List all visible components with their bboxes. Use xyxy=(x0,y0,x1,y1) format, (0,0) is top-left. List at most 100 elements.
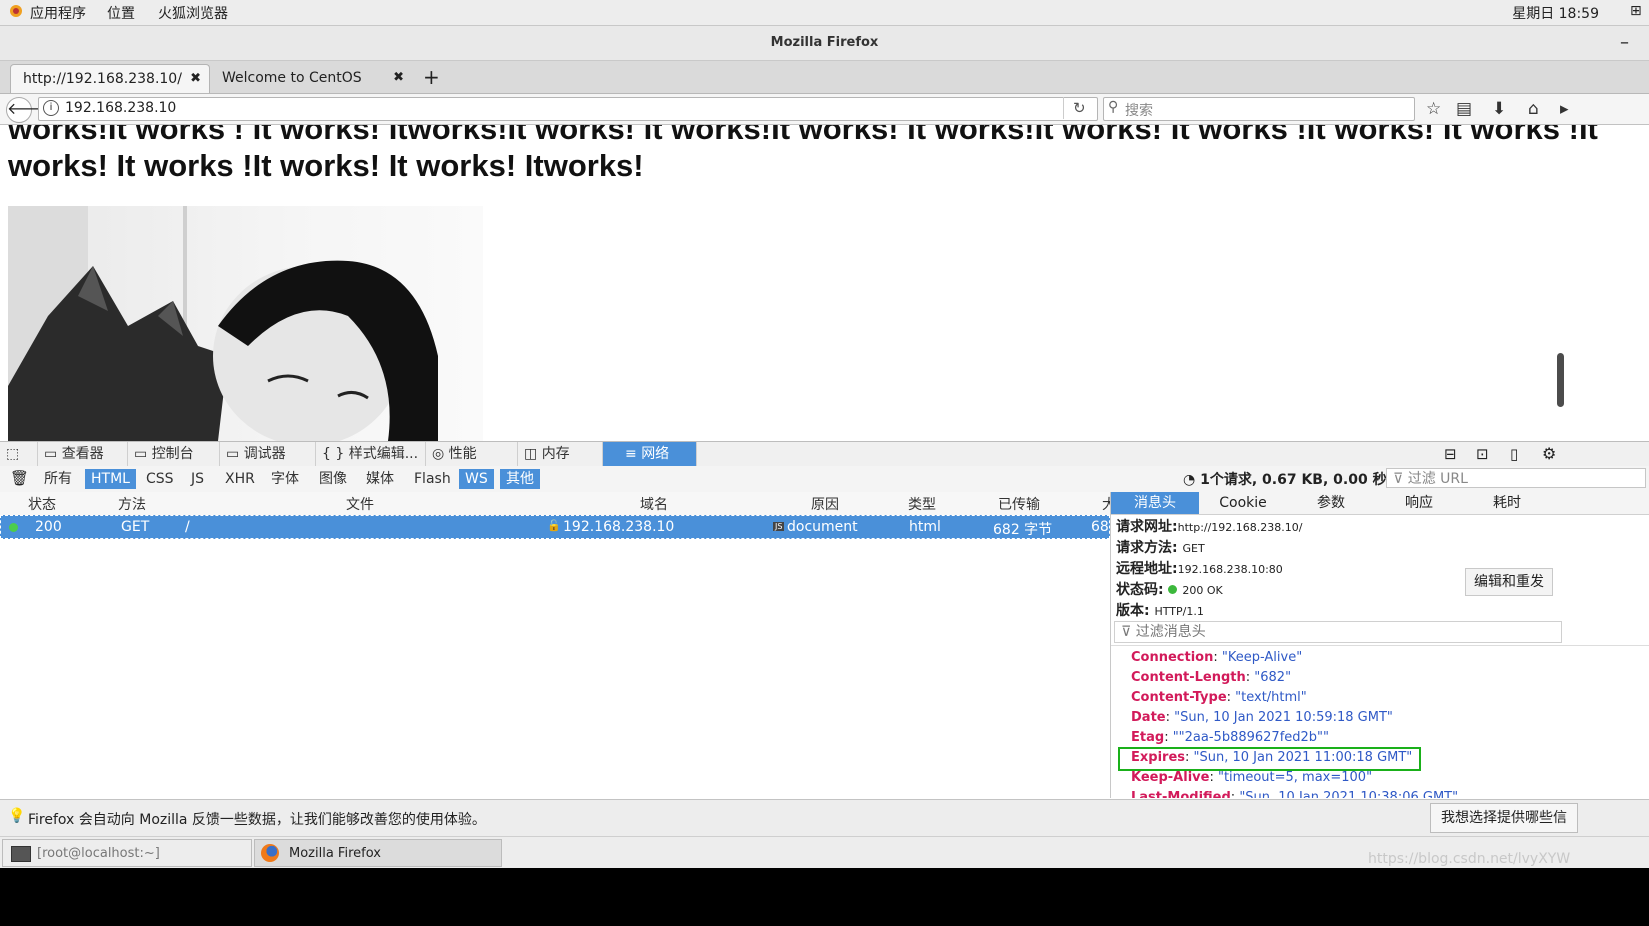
page-scrollbar[interactable] xyxy=(1557,353,1564,407)
choose-data-button[interactable]: 我想选择提供哪些信 xyxy=(1430,803,1578,833)
responsive-icon[interactable]: ▯ xyxy=(1510,445,1518,463)
filter-html[interactable]: HTML xyxy=(85,469,136,489)
minimize-button[interactable]: – xyxy=(1620,32,1629,53)
row-file: / xyxy=(185,519,190,535)
devtools-toolbar: ⬚ ▭ 查看器 ▭ 控制台 ▭ 调试器 { } 样式编辑... ◎ 性能 ◫ 内… xyxy=(0,441,1649,468)
bookmarks-menu-icon[interactable]: ▤ xyxy=(1456,99,1472,119)
status-value: 200 OK xyxy=(1182,584,1223,597)
col-domain[interactable]: 域名 xyxy=(640,494,668,514)
header-key: Connection xyxy=(1131,650,1214,665)
tab-headers[interactable]: 消息头 xyxy=(1111,492,1199,514)
tab-inspector[interactable]: ▭ 查看器 xyxy=(38,442,128,467)
tab-style-editor[interactable]: { } 样式编辑... xyxy=(316,442,426,467)
close-icon[interactable]: ✖ xyxy=(393,64,404,92)
tab-label: http://192.168.238.10/ xyxy=(23,71,182,87)
header-value: "Sun, 10 Jan 2021 10:38:06 GMT" xyxy=(1239,790,1459,798)
filter-flash[interactable]: Flash xyxy=(408,469,457,489)
filter-js[interactable]: JS xyxy=(185,469,210,489)
col-type[interactable]: 类型 xyxy=(908,494,936,514)
col-cause[interactable]: 原因 xyxy=(811,494,839,514)
tab-centos[interactable]: Welcome to CentOS ✖ xyxy=(210,64,412,93)
element-picker-icon[interactable]: ⬚ xyxy=(0,442,38,467)
menu-places[interactable]: 位置 xyxy=(107,3,135,23)
filter-headers-input[interactable]: ⊽ 过滤消息头 xyxy=(1114,621,1562,643)
url-value[interactable]: http://192.168.238.10/ xyxy=(1178,521,1303,534)
request-list-empty-area xyxy=(0,540,1110,798)
tab-label: 性能 xyxy=(448,446,477,462)
taskbar-label: [root@localhost:~] xyxy=(37,846,160,861)
menu-firefox[interactable]: 火狐浏览器 xyxy=(158,3,228,23)
tab-cookie[interactable]: Cookie xyxy=(1199,492,1287,514)
header-key: Expires xyxy=(1131,750,1185,765)
taskbar-terminal[interactable]: [root@localhost:~] xyxy=(2,839,252,867)
taskbar-firefox[interactable]: Mozilla Firefox xyxy=(254,839,502,867)
settings-gear-icon[interactable]: ⚙ xyxy=(1542,444,1556,463)
header-value: "Sun, 10 Jan 2021 10:59:18 GMT" xyxy=(1174,710,1393,725)
trash-icon[interactable]: 🗑 xyxy=(10,469,29,487)
new-tab-button[interactable]: + xyxy=(423,65,440,89)
tab-localhost[interactable]: http://192.168.238.10/ ✖ xyxy=(10,64,210,93)
home-icon[interactable]: ⌂ xyxy=(1528,99,1539,119)
filter-all[interactable]: 所有 xyxy=(38,469,78,489)
tab-response[interactable]: 响应 xyxy=(1375,492,1463,514)
col-file[interactable]: 文件 xyxy=(346,494,374,514)
tab-label: 调试器 xyxy=(243,446,286,462)
system-top-bar: 应用程序 位置 火狐浏览器 星期日 18:59 ⊞ xyxy=(0,0,1649,26)
tab-memory[interactable]: ◫ 内存 xyxy=(518,442,603,467)
edit-resend-button[interactable]: 编辑和重发 xyxy=(1465,568,1553,596)
tab-console[interactable]: ▭ 控制台 xyxy=(128,442,220,467)
search-bar[interactable]: ⚲ 搜索 xyxy=(1103,97,1415,121)
tab-timings[interactable]: 耗时 xyxy=(1463,492,1551,514)
info-icon[interactable]: i xyxy=(43,100,59,116)
filter-css[interactable]: CSS xyxy=(140,469,180,489)
request-details-panel: 消息头 Cookie 参数 响应 耗时 请求网址:http://192.168.… xyxy=(1110,492,1649,798)
filter-url-input[interactable]: ⊽ 过滤 URL xyxy=(1386,468,1646,488)
col-transferred[interactable]: 已传输 xyxy=(998,494,1040,514)
header-value: "Keep-Alive" xyxy=(1221,650,1303,665)
filter-xhr[interactable]: XHR xyxy=(219,469,261,489)
page-photo xyxy=(8,206,483,441)
tab-performance[interactable]: ◎ 性能 xyxy=(426,442,518,467)
tab-network[interactable]: ≡ 网络 xyxy=(603,442,697,467)
taskbar: [root@localhost:~] Mozilla Firefox https… xyxy=(0,836,1649,869)
firefox-icon xyxy=(261,844,279,862)
filter-images[interactable]: 图像 xyxy=(313,469,353,489)
method-label: 请求方法: xyxy=(1116,540,1178,556)
header-date: Date: "Sun, 10 Jan 2021 10:59:18 GMT" xyxy=(1131,710,1393,725)
menu-applications[interactable]: 应用程序 xyxy=(30,3,86,23)
url-bar[interactable]: i 192.168.238.10 ↻ xyxy=(38,97,1098,121)
download-icon[interactable]: ⬇ xyxy=(1492,99,1506,119)
filter-fonts[interactable]: 字体 xyxy=(265,469,305,489)
search-icon: ⚲ xyxy=(1108,99,1119,115)
tab-params[interactable]: 参数 xyxy=(1287,492,1375,514)
summary-text: 1个请求, 0.67 KB, 0.00 秒 xyxy=(1200,472,1387,488)
filter-ws[interactable]: WS xyxy=(459,469,494,489)
col-method[interactable]: 方法 xyxy=(118,494,146,514)
tab-debugger[interactable]: ▭ 调试器 xyxy=(220,442,316,467)
version-label: 版本: xyxy=(1116,603,1150,619)
col-status[interactable]: 状态 xyxy=(28,494,56,514)
filter-other[interactable]: 其他 xyxy=(500,469,540,489)
filter-media[interactable]: 媒体 xyxy=(360,469,400,489)
header-content-type: Content-Type: "text/html" xyxy=(1131,690,1307,705)
clock[interactable]: 星期日 18:59 xyxy=(1512,3,1599,23)
url-text[interactable]: 192.168.238.10 xyxy=(65,100,176,116)
tab-label: 网络 xyxy=(641,446,670,462)
close-icon[interactable]: ✖ xyxy=(190,65,201,93)
network-icon[interactable]: ⊞ xyxy=(1630,3,1642,19)
apps-icon[interactable] xyxy=(8,3,24,23)
tab-label: 内存 xyxy=(541,446,570,462)
header-key: Keep-Alive xyxy=(1131,770,1210,785)
bookmark-star-icon[interactable]: ☆ xyxy=(1426,99,1441,119)
pocket-icon[interactable]: ▸ xyxy=(1560,99,1569,119)
page-heading-line1: works!It works ! It works! Itworks!It wo… xyxy=(8,125,1598,146)
page-heading-line2: works! It works !It works! It works! Itw… xyxy=(8,148,644,183)
layout-icon[interactable]: ⊟ xyxy=(1444,445,1457,463)
summary-url: 请求网址:http://192.168.238.10/ xyxy=(1116,516,1303,536)
tab-label: 查看器 xyxy=(61,446,104,462)
row-method: GET xyxy=(121,519,150,535)
reload-icon[interactable]: ↻ xyxy=(1073,99,1086,117)
back-button[interactable]: 🡐 xyxy=(6,97,50,123)
split-console-icon[interactable]: ⊡ xyxy=(1476,445,1489,463)
table-row[interactable]: 200 GET / 🔓 192.168.238.10 JS document h… xyxy=(0,515,1118,539)
